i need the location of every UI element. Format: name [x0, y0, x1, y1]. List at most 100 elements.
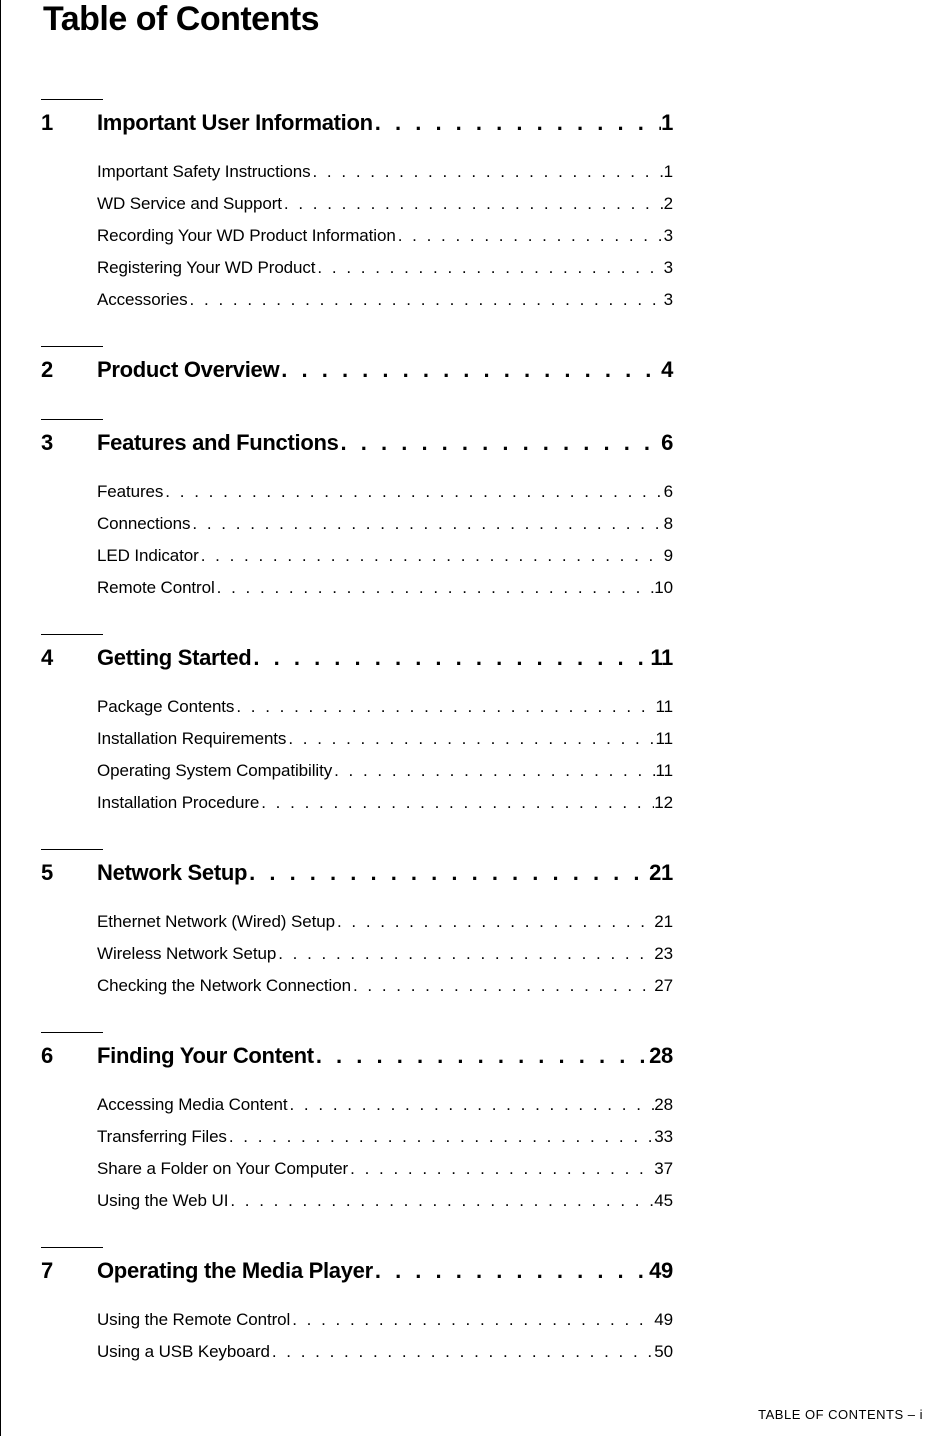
- subitem-title: Remote Control: [97, 578, 215, 598]
- toc-subitem[interactable]: Package Contents . . . . . . . . . . . .…: [97, 697, 673, 717]
- subitem-title: Installation Requirements: [97, 729, 286, 749]
- subitem-page: 3: [664, 258, 673, 278]
- toc-subitem[interactable]: Installation Procedure. . . . . . . . . …: [97, 793, 673, 813]
- leader-dots: . . . . . . . . . . . . . . . . . . . . …: [315, 258, 663, 278]
- toc-subitem[interactable]: Wireless Network Setup. . . . . . . . . …: [97, 944, 673, 964]
- subitem-title: Installation Procedure: [97, 793, 259, 813]
- subitem-title: Connections: [97, 514, 190, 534]
- chapter-heading[interactable]: 3Features and Functions. . . . . . . . .…: [41, 430, 937, 456]
- subitem-title: Accessories: [97, 290, 188, 310]
- toc-subitem[interactable]: WD Service and Support. . . . . . . . . …: [97, 194, 673, 214]
- chapter-title-row: Features and Functions. . . . . . . . . …: [97, 430, 673, 456]
- toc-subitem[interactable]: Using a USB Keyboard . . . . . . . . . .…: [97, 1342, 673, 1362]
- chapter: 1Important User Information. . . . . . .…: [41, 99, 937, 310]
- subitem-title: Package Contents: [97, 697, 234, 717]
- toc-subitem[interactable]: Using the Remote Control. . . . . . . . …: [97, 1310, 673, 1330]
- chapter-heading[interactable]: 2Product Overview. . . . . . . . . . . .…: [41, 357, 937, 383]
- chapter: 6Finding Your Content. . . . . . . . . .…: [41, 1032, 937, 1211]
- leader-dots: . . . . . . . . . . . . . . . . . . . . …: [310, 162, 663, 182]
- toc-subitem[interactable]: Ethernet Network (Wired) Setup. . . . . …: [97, 912, 673, 932]
- leader-dots: . . . . . . . . . . . . . . . . . . . . …: [279, 357, 661, 383]
- toc-subitem[interactable]: Important Safety Instructions. . . . . .…: [97, 162, 673, 182]
- subitem-page: 50: [654, 1342, 673, 1362]
- subitem-title: Wireless Network Setup: [97, 944, 276, 964]
- chapter: 4Getting Started . . . . . . . . . . . .…: [41, 634, 937, 813]
- chapter: 5Network Setup. . . . . . . . . . . . . …: [41, 849, 937, 996]
- leader-dots: . . . . . . . . . . . . . . . . . . . . …: [163, 482, 663, 502]
- toc-subitem[interactable]: Connections . . . . . . . . . . . . . . …: [97, 514, 673, 534]
- toc-subitem[interactable]: Using the Web UI. . . . . . . . . . . . …: [97, 1191, 673, 1211]
- subitem-page: 11: [656, 761, 673, 781]
- chapter: 2Product Overview. . . . . . . . . . . .…: [41, 346, 937, 383]
- subitem-page: 49: [654, 1310, 673, 1330]
- page-title: Table of Contents: [43, 0, 937, 39]
- subitem-title: Transferring Files: [97, 1127, 227, 1147]
- toc-subitem[interactable]: Share a Folder on Your Computer. . . . .…: [97, 1159, 673, 1179]
- chapter-rule: [41, 1247, 103, 1248]
- chapter-number: 1: [41, 110, 97, 136]
- chapter-title: Getting Started: [97, 645, 251, 671]
- subitem-page: 27: [654, 976, 673, 996]
- chapter-rule: [41, 419, 103, 420]
- chapter-subitems: Accessing Media Content . . . . . . . . …: [97, 1095, 937, 1211]
- subitem-title: Share a Folder on Your Computer: [97, 1159, 348, 1179]
- leader-dots: . . . . . . . . . . . . . . . . . . . . …: [282, 194, 664, 214]
- chapter-title: Network Setup: [97, 860, 247, 886]
- subitem-title: Recording Your WD Product Information: [97, 226, 396, 246]
- toc-subitem[interactable]: Transferring Files. . . . . . . . . . . …: [97, 1127, 673, 1147]
- toc-subitem[interactable]: Accessing Media Content . . . . . . . . …: [97, 1095, 673, 1115]
- chapter-rule: [41, 346, 103, 347]
- subitem-title: Using the Remote Control: [97, 1310, 290, 1330]
- chapter-number: 6: [41, 1043, 97, 1069]
- chapter-number: 2: [41, 357, 97, 383]
- toc-subitem[interactable]: Installation Requirements . . . . . . . …: [97, 729, 673, 749]
- leader-dots: . . . . . . . . . . . . . . . . . . . . …: [348, 1159, 654, 1179]
- subitem-title: Accessing Media Content: [97, 1095, 287, 1115]
- chapter-title: Important User Information: [97, 110, 373, 136]
- chapter-heading[interactable]: 5Network Setup. . . . . . . . . . . . . …: [41, 860, 937, 886]
- subitem-page: 11: [656, 729, 673, 749]
- chapter-title: Features and Functions: [97, 430, 339, 456]
- toc-subitem[interactable]: Remote Control. . . . . . . . . . . . . …: [97, 578, 673, 598]
- chapter-heading[interactable]: 6Finding Your Content. . . . . . . . . .…: [41, 1043, 937, 1069]
- leader-dots: . . . . . . . . . . . . . . . . . . . . …: [227, 1127, 654, 1147]
- leader-dots: . . . . . . . . . . . . . . . . . . . . …: [259, 793, 654, 813]
- subitem-title: Important Safety Instructions: [97, 162, 310, 182]
- leader-dots: . . . . . . . . . . . . . . . . . . . . …: [290, 1310, 654, 1330]
- subitem-page: 9: [664, 546, 673, 566]
- toc-subitem[interactable]: Registering Your WD Product . . . . . . …: [97, 258, 673, 278]
- toc-subitem[interactable]: Operating System Compatibility . . . . .…: [97, 761, 673, 781]
- chapter-page: 28: [649, 1043, 673, 1069]
- subitem-page: 33: [654, 1127, 673, 1147]
- leader-dots: . . . . . . . . . . . . . . . . . . . . …: [287, 1095, 654, 1115]
- subitem-title: Checking the Network Connection: [97, 976, 351, 996]
- table-of-contents: 1Important User Information. . . . . . .…: [41, 99, 937, 1362]
- toc-subitem[interactable]: Checking the Network Connection. . . . .…: [97, 976, 673, 996]
- subitem-title: Features: [97, 482, 163, 502]
- chapter-heading[interactable]: 7Operating the Media Player. . . . . . .…: [41, 1258, 937, 1284]
- chapter-heading[interactable]: 1Important User Information. . . . . . .…: [41, 110, 937, 136]
- toc-subitem[interactable]: Accessories . . . . . . . . . . . . . . …: [97, 290, 673, 310]
- leader-dots: . . . . . . . . . . . . . . . . . . . . …: [190, 514, 663, 534]
- leader-dots: . . . . . . . . . . . . . . . . . . . . …: [188, 290, 664, 310]
- subitem-page: 28: [654, 1095, 673, 1115]
- chapter-page: 6: [661, 430, 673, 456]
- subitem-page: 1: [664, 162, 673, 182]
- chapter-rule: [41, 634, 103, 635]
- leader-dots: . . . . . . . . . . . . . . . . . . . . …: [314, 1043, 649, 1069]
- subitem-page: 21: [654, 912, 673, 932]
- toc-subitem[interactable]: LED Indicator. . . . . . . . . . . . . .…: [97, 546, 673, 566]
- chapter-subitems: Features. . . . . . . . . . . . . . . . …: [97, 482, 937, 598]
- chapter-page: 21: [649, 860, 673, 886]
- toc-subitem[interactable]: Recording Your WD Product Information . …: [97, 226, 673, 246]
- leader-dots: . . . . . . . . . . . . . . . . . . . . …: [251, 645, 650, 671]
- toc-subitem[interactable]: Features. . . . . . . . . . . . . . . . …: [97, 482, 673, 502]
- chapter-heading[interactable]: 4Getting Started . . . . . . . . . . . .…: [41, 645, 937, 671]
- chapter-subitems: Important Safety Instructions. . . . . .…: [97, 162, 937, 310]
- chapter-number: 4: [41, 645, 97, 671]
- chapter-subitems: Ethernet Network (Wired) Setup. . . . . …: [97, 912, 937, 996]
- leader-dots: . . . . . . . . . . . . . . . . . . . . …: [215, 578, 655, 598]
- subitem-page: 12: [654, 793, 673, 813]
- chapter: 3Features and Functions. . . . . . . . .…: [41, 419, 937, 598]
- chapter-number: 3: [41, 430, 97, 456]
